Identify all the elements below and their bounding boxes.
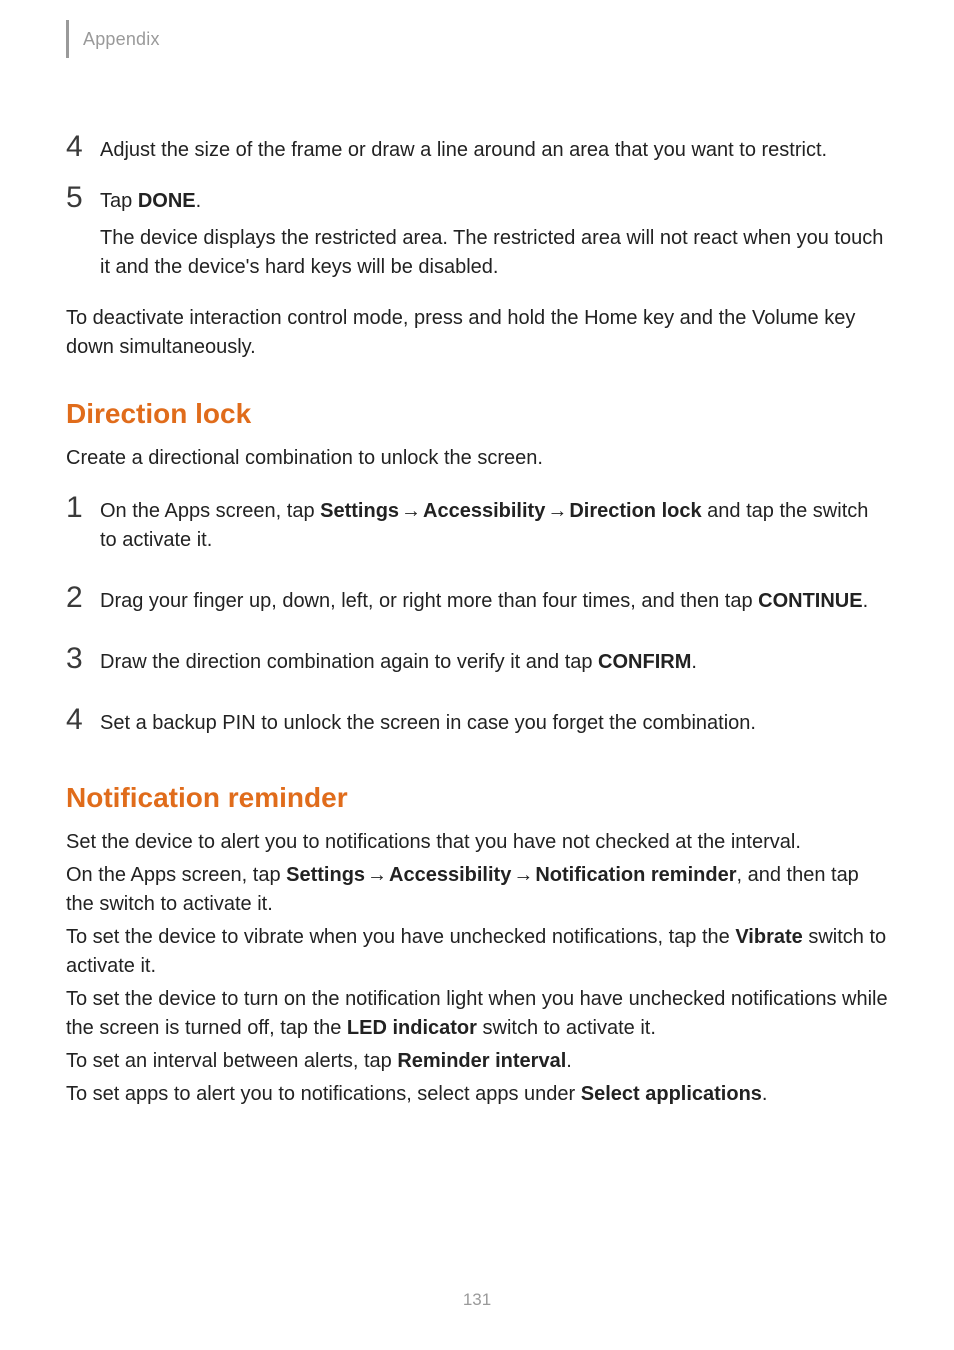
notification-paragraph: On the Apps screen, tap Settings→Accessi… xyxy=(66,861,888,919)
notification-paragraph: Set the device to alert you to notificat… xyxy=(66,828,888,857)
step-number: 3 xyxy=(66,644,100,674)
notification-reminder-body: Set the device to alert you to notificat… xyxy=(66,828,888,1109)
bold-text: CONFIRM xyxy=(598,651,691,673)
bold-text: Reminder interval xyxy=(397,1050,566,1072)
step-text: Adjust the size of the frame or draw a l… xyxy=(100,136,888,165)
step: 4Set a backup PIN to unlock the screen i… xyxy=(66,705,888,746)
bold-text: DONE xyxy=(138,190,196,212)
step-text: On the Apps screen, tap Settings→Accessi… xyxy=(100,497,888,555)
step: 2Drag your finger up, down, left, or rig… xyxy=(66,583,888,624)
arrow-icon: → xyxy=(545,500,569,522)
step-body: Drag your finger up, down, left, or righ… xyxy=(100,583,888,624)
page-number: 131 xyxy=(0,1290,954,1310)
heading-notification-reminder: Notification reminder xyxy=(66,782,888,814)
bold-text: Settings xyxy=(320,500,399,522)
page-header: Appendix xyxy=(66,20,888,58)
arrow-icon: → xyxy=(365,864,389,886)
notification-paragraph: To set apps to alert you to notification… xyxy=(66,1080,888,1109)
step: 5Tap DONE. The device displays the restri… xyxy=(66,183,888,290)
bold-text: LED indicator xyxy=(347,1017,477,1039)
bold-text: Vibrate xyxy=(735,926,802,948)
bold-text: Accessibility xyxy=(389,864,511,886)
notification-paragraph: To set the device to vibrate when you ha… xyxy=(66,923,888,981)
step-number: 1 xyxy=(66,493,100,523)
arrow-icon: → xyxy=(399,500,423,522)
step-text: Set a backup PIN to unlock the screen in… xyxy=(100,709,888,738)
step-body: Tap DONE. The device displays the restric… xyxy=(100,183,888,290)
step-text: Drag your finger up, down, left, or righ… xyxy=(100,587,888,616)
bold-text: Direction lock xyxy=(569,500,701,522)
step-number: 2 xyxy=(66,583,100,613)
step-number: 4 xyxy=(66,132,100,162)
step-number: 4 xyxy=(66,705,100,735)
step: 3Draw the direction combination again to… xyxy=(66,644,888,685)
direction-lock-intro: Create a directional combination to unlo… xyxy=(66,444,888,473)
step-text: Tap DONE. xyxy=(100,187,888,216)
top-steps: 4Adjust the size of the frame or draw a … xyxy=(66,132,888,290)
top-paragraph: To deactivate interaction control mode, … xyxy=(66,304,888,362)
step-body: On the Apps screen, tap Settings→Accessi… xyxy=(100,493,888,563)
step: 1On the Apps screen, tap Settings→Access… xyxy=(66,493,888,563)
bold-text: Accessibility xyxy=(423,500,545,522)
heading-direction-lock: Direction lock xyxy=(66,398,888,430)
bold-text: Settings xyxy=(286,864,365,886)
direction-lock-steps: 1On the Apps screen, tap Settings→Access… xyxy=(66,493,888,746)
step-body: Adjust the size of the frame or draw a l… xyxy=(100,132,888,173)
page: Appendix 4Adjust the size of the frame o… xyxy=(0,0,954,1350)
step-body: Set a backup PIN to unlock the screen in… xyxy=(100,705,888,746)
notification-paragraph: To set an interval between alerts, tap R… xyxy=(66,1047,888,1076)
step-text: Draw the direction combination again to … xyxy=(100,648,888,677)
header-label: Appendix xyxy=(83,29,160,50)
notification-paragraph: To set the device to turn on the notific… xyxy=(66,985,888,1043)
arrow-icon: → xyxy=(511,864,535,886)
step-number: 5 xyxy=(66,183,100,213)
step-text: The device displays the restricted area.… xyxy=(100,224,888,282)
bold-text: CONTINUE xyxy=(758,590,862,612)
bold-text: Notification reminder xyxy=(535,864,736,886)
step-body: Draw the direction combination again to … xyxy=(100,644,888,685)
header-rule xyxy=(66,20,69,58)
bold-text: Select applications xyxy=(581,1083,762,1105)
step: 4Adjust the size of the frame or draw a … xyxy=(66,132,888,173)
